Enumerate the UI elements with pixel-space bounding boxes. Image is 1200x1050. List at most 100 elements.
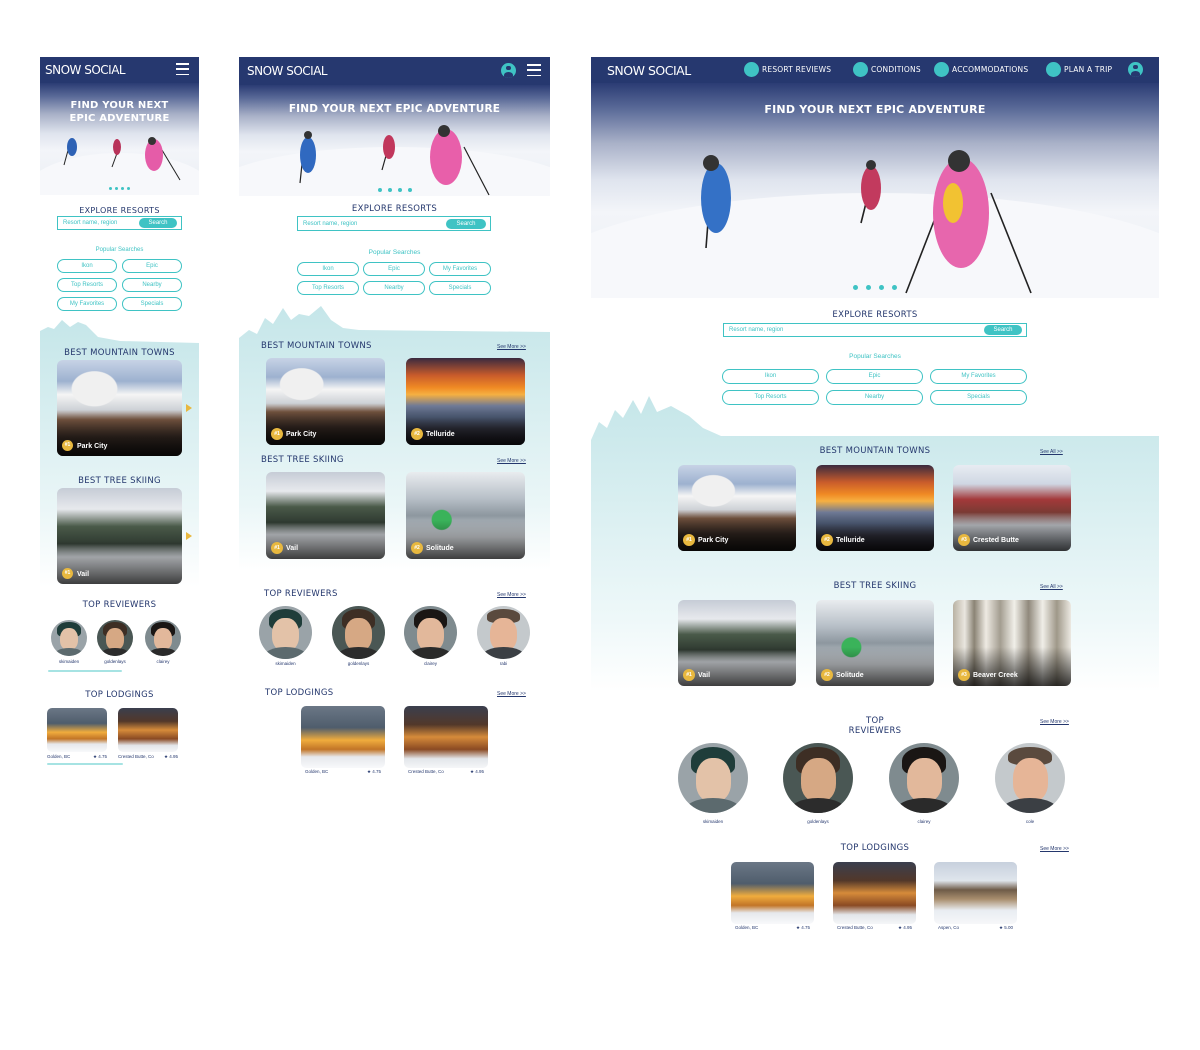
pill-top-resorts[interactable]: Top Resorts bbox=[297, 281, 359, 295]
reviewer-avatar-clairey[interactable] bbox=[145, 620, 181, 656]
town-card-park-city[interactable]: #1 Park City bbox=[266, 358, 385, 445]
see-all-tree-link[interactable]: See All >> bbox=[1040, 584, 1063, 590]
search-placeholder[interactable]: Resort name, region bbox=[303, 221, 357, 227]
pill-epic[interactable]: Epic bbox=[826, 369, 923, 384]
brand-logo[interactable]: SNOW SOCIAL bbox=[607, 63, 691, 78]
reviewer-name[interactable]: rabi bbox=[477, 661, 530, 666]
tree-card-solitude[interactable]: #2 Solitude bbox=[406, 472, 525, 559]
pill-ikon[interactable]: Ikon bbox=[297, 262, 359, 276]
see-more-lodgings-link[interactable]: See More >> bbox=[497, 691, 526, 697]
town-card-crested-butte[interactable]: #3 Crested Butte bbox=[953, 465, 1071, 551]
card-shade bbox=[816, 512, 934, 551]
tree-card-solitude[interactable]: #2 Solitude bbox=[816, 600, 934, 686]
search-button[interactable]: Search bbox=[139, 218, 177, 228]
nav-resort-reviews[interactable]: RESORT REVIEWS bbox=[744, 62, 831, 77]
reviewer-name[interactable]: skimaiden bbox=[259, 661, 312, 666]
reviewer-name[interactable]: goldenlays bbox=[783, 819, 853, 824]
lodging-card-aspen[interactable]: Aspen, Co ★ 5.00 bbox=[934, 862, 1017, 934]
pill-specials[interactable]: Specials bbox=[429, 281, 491, 295]
bed-icon bbox=[934, 62, 949, 77]
nav-accommodations[interactable]: ACCOMMODATIONS bbox=[934, 62, 1028, 77]
pill-epic[interactable]: Epic bbox=[122, 259, 182, 273]
reviewer-avatar-goldenlays[interactable] bbox=[97, 620, 133, 656]
tree-card-vail[interactable]: #1 Vail bbox=[266, 472, 385, 559]
tree-card-vail[interactable]: #1 Vail bbox=[678, 600, 796, 686]
carousel-dots[interactable] bbox=[239, 188, 550, 192]
reviewer-avatar-clairey[interactable] bbox=[404, 606, 457, 659]
nav-label: RESORT REVIEWS bbox=[762, 65, 832, 74]
pill-epic[interactable]: Epic bbox=[363, 262, 425, 276]
pill-my-favorites[interactable]: My Favorites bbox=[429, 262, 491, 276]
reviewer-name[interactable]: clairey bbox=[404, 661, 457, 666]
reviewer-avatar-skimaiden[interactable] bbox=[259, 606, 312, 659]
reviewer-avatar-skimaiden[interactable] bbox=[678, 743, 748, 813]
search-bar[interactable]: Resort name, region Search bbox=[297, 216, 491, 231]
brand-logo[interactable]: SNOW SOCIAL bbox=[247, 64, 328, 78]
pill-my-favorites[interactable]: My Favorites bbox=[57, 297, 117, 311]
nav-plan-a-trip[interactable]: PLAN A TRIP bbox=[1046, 62, 1112, 77]
reviewer-name[interactable]: cole bbox=[995, 819, 1065, 824]
town-card-telluride[interactable]: #2 Telluride bbox=[816, 465, 934, 551]
search-placeholder[interactable]: Resort name, region bbox=[63, 220, 117, 226]
reviewer-name[interactable]: clairey bbox=[143, 659, 183, 664]
search-placeholder[interactable]: Resort name, region bbox=[729, 327, 783, 333]
town-card-park-city[interactable]: #1 Park City bbox=[678, 465, 796, 551]
brand-logo[interactable]: SNOW SOCIAL bbox=[45, 63, 126, 77]
search-button[interactable]: Search bbox=[446, 218, 486, 229]
reviewer-avatar-goldenlays[interactable] bbox=[332, 606, 385, 659]
menu-icon[interactable] bbox=[527, 64, 541, 76]
reviewer-name[interactable]: goldenlays bbox=[95, 659, 135, 664]
profile-icon[interactable] bbox=[501, 63, 516, 78]
reviewer-name[interactable]: skimaiden bbox=[678, 819, 748, 824]
reviewer-name[interactable]: clairey bbox=[889, 819, 959, 824]
lodging-card-crested-butte[interactable]: Crested Butte, Co ★ 4.95 bbox=[404, 706, 488, 778]
search-bar[interactable]: Resort name, region Search bbox=[57, 216, 182, 230]
skiers-illustration bbox=[299, 125, 490, 196]
lodging-card-crested-butte[interactable]: Crested Butte, Co ★ 4.95 bbox=[833, 862, 916, 934]
tree-card-vail[interactable]: #1 Vail bbox=[57, 488, 182, 584]
lodgings-scrollbar[interactable] bbox=[47, 763, 123, 765]
see-more-reviewers-link[interactable]: See More >> bbox=[497, 592, 526, 598]
see-more-towns-link[interactable]: See More >> bbox=[497, 344, 526, 350]
pill-ikon[interactable]: Ikon bbox=[57, 259, 117, 273]
lodging-card-crested-butte[interactable]: Crested Butte, Co ★ 4.95 bbox=[118, 708, 178, 762]
next-arrow-icon[interactable] bbox=[186, 404, 192, 412]
reviewer-name[interactable]: goldenlays bbox=[332, 661, 385, 666]
reviewer-avatar-cole[interactable] bbox=[995, 743, 1065, 813]
town-card-telluride[interactable]: #2 Telluride bbox=[406, 358, 525, 445]
reviewer-avatar-goldenlays[interactable] bbox=[783, 743, 853, 813]
pill-nearby[interactable]: Nearby bbox=[122, 278, 182, 292]
carousel-dots[interactable] bbox=[40, 187, 199, 190]
see-more-lodgings-link[interactable]: See More >> bbox=[1040, 846, 1069, 852]
pill-my-favorites[interactable]: My Favorites bbox=[930, 369, 1027, 384]
lodging-card-golden[interactable]: Golden, BC ★ 4.75 bbox=[301, 706, 385, 778]
skiers-illustration bbox=[701, 150, 1032, 294]
reviewer-avatar-skimaiden[interactable] bbox=[51, 620, 87, 656]
lodging-rating: ★ 4.95 bbox=[469, 769, 484, 774]
profile-icon[interactable] bbox=[1128, 62, 1143, 77]
nav-conditions[interactable]: CONDITIONS bbox=[853, 62, 921, 77]
tree-card-beaver-creek[interactable]: #3 Beaver Creek bbox=[953, 600, 1071, 686]
carousel-dots[interactable] bbox=[591, 285, 1159, 290]
pill-nearby[interactable]: Nearby bbox=[363, 281, 425, 295]
pill-ikon[interactable]: Ikon bbox=[722, 369, 819, 384]
see-more-tree-link[interactable]: See More >> bbox=[497, 458, 526, 464]
search-button[interactable]: Search bbox=[984, 325, 1022, 335]
card-shade bbox=[678, 512, 796, 551]
lodging-card-golden[interactable]: Golden, BC ★ 4.75 bbox=[47, 708, 107, 762]
town-card-park-city[interactable]: #1 Park City bbox=[57, 360, 182, 456]
reviewer-avatar-rabi[interactable] bbox=[477, 606, 530, 659]
reviewer-avatar-clairey[interactable] bbox=[889, 743, 959, 813]
nav-label: ACCOMMODATIONS bbox=[952, 65, 1029, 74]
see-more-reviewers-link[interactable]: See More >> bbox=[1040, 719, 1069, 725]
lodging-card-golden[interactable]: Golden, BC ★ 4.75 bbox=[731, 862, 814, 934]
pill-specials[interactable]: Specials bbox=[122, 297, 182, 311]
reviewer-name[interactable]: skimaiden bbox=[49, 659, 89, 664]
lodging-rating: ★ 4.95 bbox=[163, 754, 178, 759]
search-bar[interactable]: Resort name, region Search bbox=[723, 323, 1027, 337]
menu-icon[interactable] bbox=[176, 63, 189, 75]
see-all-towns-link[interactable]: See All >> bbox=[1040, 449, 1063, 455]
reviewers-scrollbar[interactable] bbox=[48, 670, 122, 672]
pill-top-resorts[interactable]: Top Resorts bbox=[57, 278, 117, 292]
next-arrow-icon[interactable] bbox=[186, 532, 192, 540]
